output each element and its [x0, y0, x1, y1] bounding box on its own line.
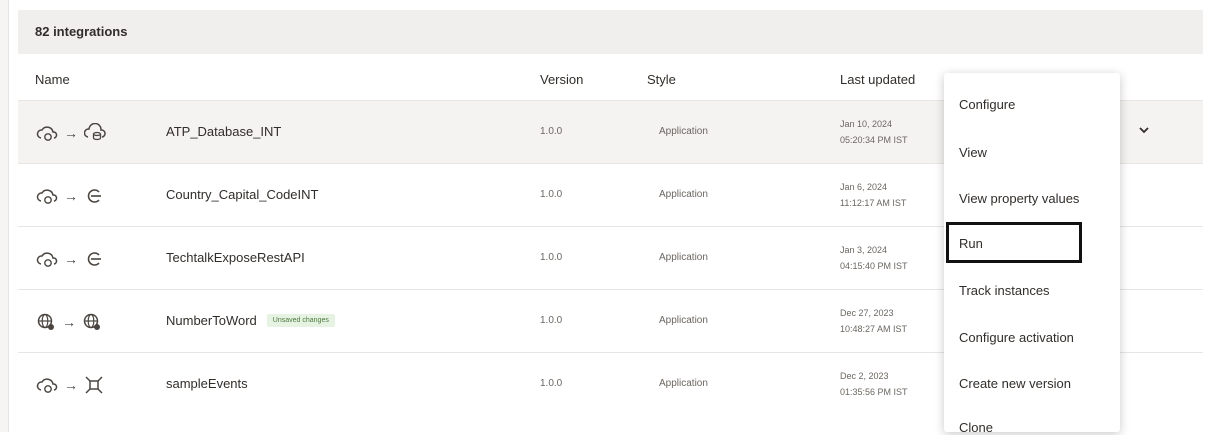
version-cell: 1.0.0: [540, 315, 563, 326]
chevron-down-icon[interactable]: [1138, 123, 1150, 141]
last-updated-cell: Jan 3, 2024 04:15:40 PM IST: [840, 242, 908, 274]
event-hub-icon: [84, 375, 104, 395]
cloud-refresh-icon: [36, 186, 58, 206]
last-updated-date: Jan 6, 2024: [840, 182, 888, 192]
style-cell: Application: [659, 252, 708, 263]
integration-pattern: →: [36, 186, 104, 206]
globe-service-icon: [36, 312, 56, 332]
menu-item-view[interactable]: View: [959, 145, 987, 160]
last-updated-time: 05:20:34 PM IST: [840, 135, 908, 145]
integrations-count: 82 integrations: [35, 24, 128, 39]
integration-name[interactable]: sampleEvents: [166, 376, 248, 391]
last-updated-cell: Dec 2, 2023 01:35:56 PM IST: [840, 368, 908, 400]
integration-name-cell: TechtalkExposeRestAPI: [166, 250, 305, 265]
integration-pattern: →: [36, 312, 102, 332]
column-header-style[interactable]: Style: [647, 72, 676, 87]
arrow-icon: →: [64, 188, 78, 204]
last-updated-cell: Jan 10, 2024 05:20:34 PM IST: [840, 116, 908, 148]
last-updated-time: 04:15:40 PM IST: [840, 261, 908, 271]
menu-item-create-new-version[interactable]: Create new version: [959, 376, 1071, 391]
integration-name-cell: NumberToWord Unsaved changes: [166, 313, 335, 328]
arrow-icon: →: [64, 125, 78, 141]
last-updated-date: Jan 10, 2024: [840, 119, 893, 129]
column-header-version[interactable]: Version: [540, 72, 583, 87]
cloud-refresh-icon: [36, 375, 58, 395]
style-cell: Application: [659, 189, 708, 200]
menu-item-configure-activation[interactable]: Configure activation: [959, 330, 1074, 345]
page-left-edge: [0, 0, 9, 432]
menu-item-track-instances[interactable]: Track instances: [959, 283, 1050, 298]
last-updated-date: Dec 2, 2023: [840, 371, 889, 381]
version-cell: 1.0.0: [540, 126, 563, 137]
last-updated-cell: Dec 27, 2023 10:48:27 AM IST: [840, 305, 907, 337]
style-cell: Application: [659, 126, 708, 137]
version-cell: 1.0.0: [540, 378, 563, 389]
rest-endpoint-icon: [84, 249, 104, 269]
integration-name-cell: Country_Capital_CodeINT: [166, 187, 318, 202]
integration-name-cell: ATP_Database_INT: [166, 124, 281, 139]
last-updated-time: 11:12:17 AM IST: [840, 198, 907, 208]
menu-item-configure[interactable]: Configure: [959, 97, 1015, 112]
integration-pattern: →: [36, 123, 106, 143]
version-cell: 1.0.0: [540, 252, 563, 263]
version-cell: 1.0.0: [540, 189, 563, 200]
actions-menu: Configure View View property values Run …: [944, 73, 1120, 435]
unsaved-changes-badge: Unsaved changes: [266, 314, 335, 327]
cloud-refresh-icon: [36, 123, 58, 143]
style-cell: Application: [659, 315, 708, 326]
integration-name[interactable]: TechtalkExposeRestAPI: [166, 250, 305, 265]
menu-item-clone[interactable]: Clone: [959, 420, 993, 435]
menu-item-view-property-values[interactable]: View property values: [959, 191, 1079, 206]
integration-name-cell: sampleEvents: [166, 376, 248, 391]
globe-service-icon: [82, 312, 102, 332]
integration-name[interactable]: ATP_Database_INT: [166, 124, 281, 139]
integration-name[interactable]: NumberToWord: [166, 313, 257, 328]
last-updated-time: 10:48:27 AM IST: [840, 324, 908, 334]
arrow-icon: →: [64, 377, 78, 393]
column-header-last-updated[interactable]: Last updated: [840, 72, 915, 87]
integration-pattern: →: [36, 375, 104, 395]
last-updated-cell: Jan 6, 2024 11:12:17 AM IST: [840, 179, 906, 211]
cloud-database-icon: [84, 123, 106, 143]
arrow-icon: →: [64, 251, 78, 267]
rest-endpoint-icon: [84, 186, 104, 206]
style-cell: Application: [659, 378, 708, 389]
arrow-icon: →: [62, 314, 76, 330]
last-updated-time: 01:35:56 PM IST: [840, 387, 908, 397]
last-updated-date: Dec 27, 2023: [840, 308, 894, 318]
cloud-refresh-icon: [36, 249, 58, 269]
integrations-count-bar: 82 integrations: [18, 10, 1203, 54]
integration-pattern: →: [36, 249, 104, 269]
last-updated-date: Jan 3, 2024: [840, 245, 888, 255]
column-header-name[interactable]: Name: [35, 72, 70, 87]
integration-name[interactable]: Country_Capital_CodeINT: [166, 187, 318, 202]
menu-item-run[interactable]: Run: [959, 236, 983, 251]
